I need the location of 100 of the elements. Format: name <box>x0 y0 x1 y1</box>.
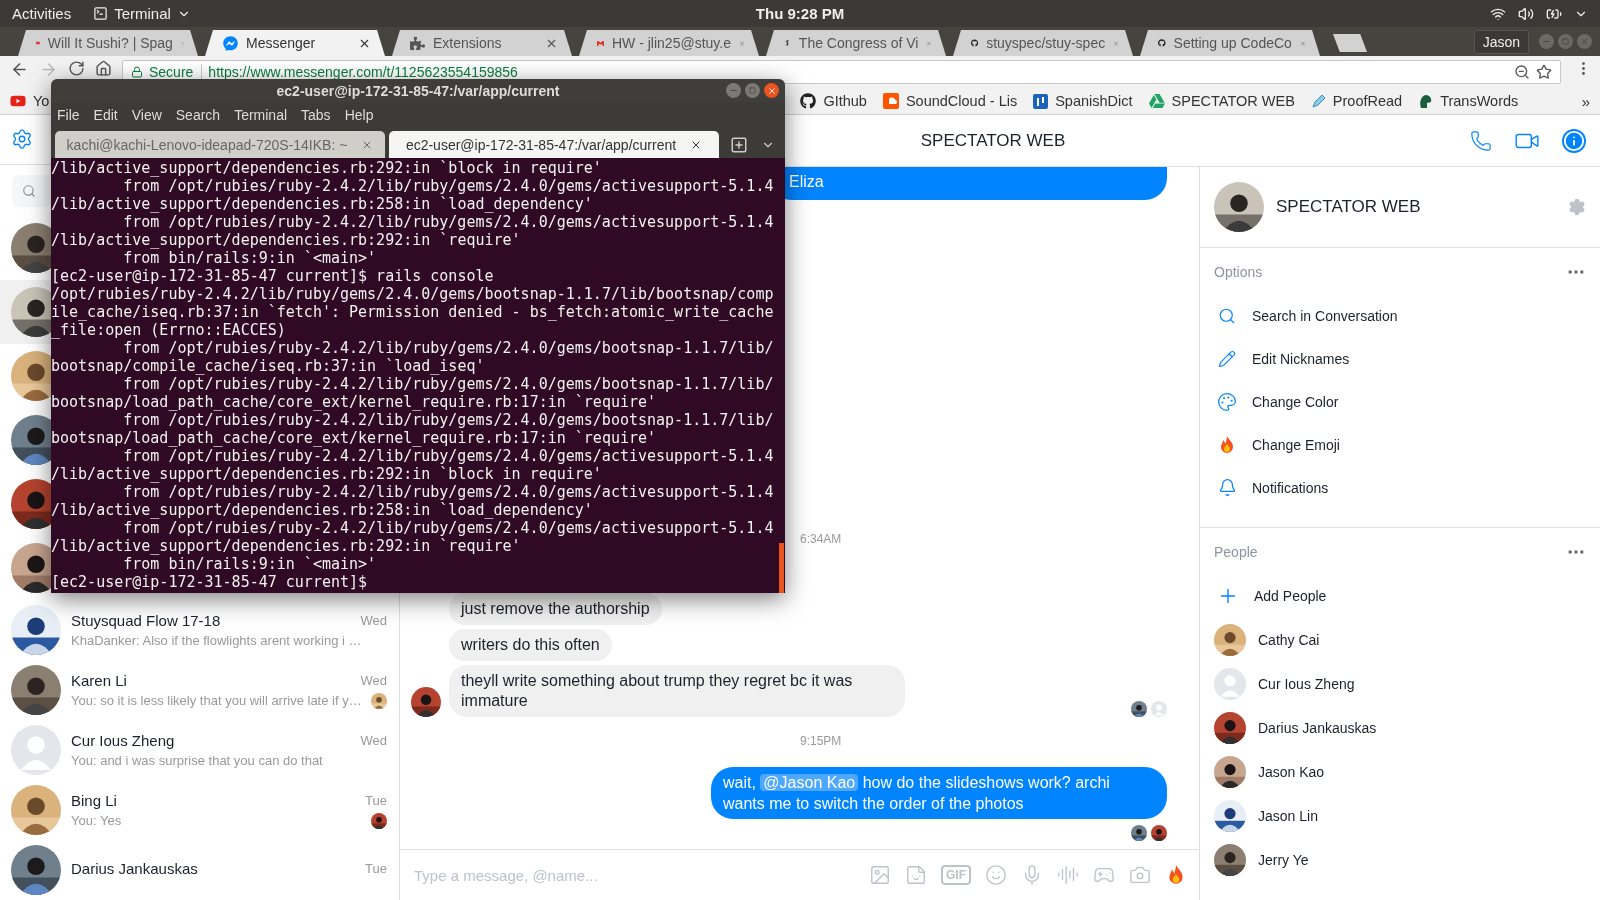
option-item[interactable]: Change Emoji <box>1214 423 1586 466</box>
person-name[interactable]: Cur Ious Zheng <box>1258 676 1355 692</box>
activities-button[interactable]: Activities <box>12 5 72 22</box>
bookmark[interactable]: SoundCloud - Lis <box>882 93 1018 109</box>
zoom-icon[interactable] <box>1514 64 1530 80</box>
conversation-name: SPECTATOR WEB <box>1276 197 1422 217</box>
terminal-line: /lib/active_support/dependencies.rb:258:in `load_dependency' <box>51 501 593 519</box>
window-title: ec2-user@ip-172-31-85-47:/var/app/current <box>276 82 560 99</box>
person-name[interactable]: Darius Jankauskas <box>1258 720 1377 736</box>
cloud-icon <box>882 93 899 109</box>
message-time: Tue <box>365 792 387 808</box>
reload-icon[interactable] <box>68 60 85 77</box>
bell-icon <box>1217 478 1237 497</box>
github-icon <box>800 93 817 109</box>
message-time: Wed <box>360 733 387 749</box>
message-time: Tue <box>365 860 387 876</box>
section-label: Options <box>1214 264 1263 280</box>
conversation-item[interactable] <box>0 280 51 345</box>
menu-item[interactable]: Search <box>175 106 221 123</box>
browser-tab[interactable]: Extensions <box>392 30 572 56</box>
person-name[interactable]: Jason Lin <box>1258 808 1318 824</box>
add-people-button[interactable]: Add People <box>1214 574 1586 618</box>
bookmark[interactable]: TransWords <box>1418 93 1519 109</box>
terminal-line: from /opt/rubies/ruby-2.4.2/lib/ruby/gems/2.4.0/gems/bootsnap-1.1.7/lib/ <box>122 339 774 357</box>
star-icon[interactable] <box>1536 64 1552 80</box>
terminal-line: from /opt/rubies/ruby-2.4.2/lib/ruby/gems/2.4.0/gems/activesupport-5.1.4 <box>122 483 774 501</box>
bookmark[interactable]: Yo <box>10 93 50 109</box>
browser-tab[interactable]: stuyspec/stuy-spec <box>953 30 1133 56</box>
menu-item[interactable]: File <box>57 106 80 123</box>
search-field[interactable] <box>12 174 50 208</box>
minimize-button[interactable] <box>726 83 741 98</box>
settings-icon[interactable] <box>11 128 33 151</box>
back-icon[interactable] <box>10 60 29 79</box>
browser-tab[interactable]: Setting up CodeCo <box>1140 30 1320 56</box>
bookmark-icon <box>1033 93 1049 109</box>
browser-tab[interactable]: HW - jlin25@stuy.e <box>579 30 759 56</box>
app-menu[interactable]: Terminal <box>93 5 191 22</box>
bookmark[interactable]: ProofRead <box>1310 93 1403 109</box>
terminal-line: from bin/rails:9:in `<main>' <box>122 555 377 573</box>
message-text: wait, @Jason Kao how do the slideshows work? archi wants me to switch the order of the photos <box>723 774 1110 812</box>
avatar-icon <box>11 725 61 776</box>
pen-icon <box>1310 93 1326 109</box>
message-time: Wed <box>360 672 387 688</box>
contact-name: Karen Li <box>71 671 128 689</box>
avatar-icon <box>1214 668 1246 700</box>
url-text: https://www.messenger.com/t/1125623554159856 <box>208 64 519 80</box>
terminal-line: from bin/rails:9:in `<main>' <box>122 249 377 267</box>
menu-item[interactable]: View <box>131 106 162 123</box>
terminal-line: /lib/active_support/dependencies.rb:292:in `require' <box>51 231 521 249</box>
contact-name: Bing Li <box>71 791 118 809</box>
terminal-line: /lib/active_support/dependencies.rb:292:in `block in require' <box>51 465 602 483</box>
contact-name: Darius Jankauskas <box>71 859 199 877</box>
terminal-tab[interactable]: ec2-user@ip-172-31-85-47:/var/app/current <box>389 131 719 158</box>
contact-name: Stuysquad Flow 17-18 <box>71 612 222 630</box>
terminal-line: from /opt/rubies/ruby-2.4.2/lib/ruby/gems/2.4.0/gems/activesupport-5.1.4 <box>122 447 774 465</box>
menu-item[interactable]: Help <box>344 106 374 123</box>
option-item[interactable]: Change Color <box>1214 380 1586 423</box>
bookmark[interactable]: GIthub <box>800 93 867 109</box>
menu-item[interactable]: Edit <box>93 106 118 123</box>
message-field[interactable]: Type a message, @name... <box>412 865 855 885</box>
info-icon[interactable] <box>1562 128 1586 153</box>
person-name[interactable]: Jerry Ye <box>1258 852 1309 868</box>
home-icon[interactable] <box>95 60 112 77</box>
terminal-line: /lib/active_support/dependencies.rb:292:in `block in require' <box>51 159 602 177</box>
message-preview: KhaDanker: Also if the flowlights arent working i … <box>71 633 363 649</box>
menu-item[interactable]: Terminal <box>234 106 288 123</box>
message-bubble: just remove the authorship <box>449 593 662 625</box>
message-preview: You: and i was surprise that you can do that <box>71 753 324 769</box>
timestamp: 6:34AM <box>800 532 842 546</box>
browser-tab[interactable]: The Congress of Vi <box>766 30 946 56</box>
pencil-icon <box>1218 349 1236 368</box>
person-name[interactable]: Cathy Cai <box>1258 632 1320 648</box>
message-text: Eliza <box>789 173 824 190</box>
terminal-tab[interactable]: kachi@kachi-Lenovo-ideapad-720S-14IKB: ~ <box>55 131 385 158</box>
close-icon <box>1580 37 1589 46</box>
terminal-line: bootsnap/load_path_cache/core_ext/kernel_require.rb:17:in `require' <box>51 429 657 447</box>
close-button[interactable] <box>764 83 779 98</box>
more-bookmarks[interactable]: » <box>1581 92 1590 110</box>
terminal-line: from /opt/rubies/ruby-2.4.2/lib/ruby/gems/2.4.0/gems/bootsnap-1.1.7/lib/ <box>122 375 774 393</box>
new-tab-button[interactable] <box>1333 34 1367 52</box>
bookmark[interactable]: SPECTATOR WEB <box>1148 93 1295 109</box>
option-item[interactable]: Notifications <box>1214 466 1586 509</box>
option-item[interactable]: Search in Conversation <box>1214 294 1586 337</box>
profile-button[interactable]: Jason <box>1473 29 1529 54</box>
browser-tab[interactable]: Messenger <box>205 30 385 56</box>
phone-icon[interactable] <box>1470 129 1492 152</box>
bookmark[interactable]: SpanishDict <box>1033 93 1133 109</box>
avatar-icon <box>1151 701 1167 717</box>
volume-icon[interactable] <box>1518 5 1534 22</box>
message-preview: You: Yes <box>71 813 123 829</box>
new-tab-icon[interactable] <box>729 135 748 154</box>
address-bar[interactable]: Secure https://www.messenger.com/t/1125623554159856 <box>122 60 1561 84</box>
palette-icon <box>1217 391 1237 412</box>
clock[interactable]: Thu 9:28 PM <box>755 5 845 22</box>
option-item[interactable]: Edit Nicknames <box>1214 337 1586 380</box>
terminal-line: /lib/active_support/dependencies.rb:258:in `load_dependency' <box>51 195 593 213</box>
browser-tab[interactable]: Will It Sushi? | Spag <box>18 30 198 56</box>
helmet-icon <box>1418 93 1434 109</box>
person-name[interactable]: Jason Kao <box>1258 764 1325 780</box>
menu-item[interactable]: Tabs <box>301 106 331 123</box>
